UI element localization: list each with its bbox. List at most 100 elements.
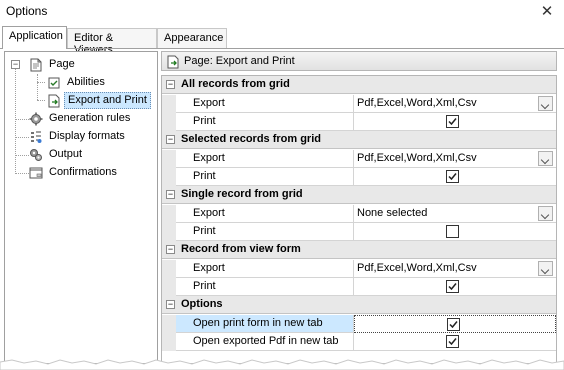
title-bar: Options ✕ bbox=[0, 0, 564, 24]
checkmark-icon bbox=[448, 173, 457, 181]
tree-line bbox=[37, 74, 38, 100]
print-value-cell bbox=[354, 223, 556, 241]
tab-label: Application bbox=[9, 30, 63, 42]
tab-divider bbox=[0, 48, 564, 49]
export-value: Pdf,Excel,Word,Xml,Csv bbox=[357, 152, 477, 164]
page-header-title: Page: Export and Print bbox=[184, 55, 295, 67]
property-name: Export bbox=[176, 95, 354, 113]
print-checkbox[interactable] bbox=[446, 115, 459, 128]
tree-item-display-formats[interactable]: Display formats bbox=[27, 128, 152, 145]
property-name: Open print form in new tab bbox=[176, 315, 354, 333]
settings-panel: Page: Export and Print − All records fro… bbox=[161, 51, 561, 364]
property-name: Print bbox=[176, 278, 354, 296]
property-row-open-exported-pdf[interactable]: Open exported Pdf in new tab bbox=[162, 333, 556, 351]
property-row-print[interactable]: Print bbox=[162, 223, 556, 241]
collapse-toggle[interactable]: − bbox=[166, 80, 175, 89]
property-name: Print bbox=[176, 168, 354, 186]
row-gutter bbox=[162, 260, 176, 278]
category-all-records[interactable]: − All records from grid bbox=[162, 76, 556, 94]
tab-editor-viewers[interactable]: Editor & Viewers bbox=[67, 28, 157, 56]
checkmark-icon bbox=[449, 321, 458, 329]
tree-item-label: Confirmations bbox=[49, 166, 117, 178]
print-value-cell bbox=[354, 278, 556, 296]
tab-application[interactable]: Application bbox=[2, 26, 67, 49]
property-row-export[interactable]: Export Pdf,Excel,Word,Xml,Csv bbox=[162, 260, 556, 278]
print-checkbox[interactable] bbox=[446, 225, 459, 238]
confirmation-icon bbox=[29, 167, 43, 179]
row-gutter bbox=[162, 278, 176, 296]
gear-icon bbox=[29, 112, 43, 126]
export-dropdown[interactable]: Pdf,Excel,Word,Xml,Csv bbox=[354, 260, 556, 278]
chevron-down-icon[interactable] bbox=[538, 96, 553, 111]
tree-line bbox=[15, 69, 16, 174]
tree-item-confirmations[interactable]: Confirmations bbox=[27, 164, 152, 181]
tree-item-output[interactable]: Output bbox=[27, 146, 152, 163]
open-print-checkbox[interactable] bbox=[447, 318, 460, 331]
checkmark-icon bbox=[448, 338, 457, 346]
collapse-toggle[interactable]: − bbox=[166, 135, 175, 144]
navigation-tree[interactable]: − Page Abilities Export and Print Genera… bbox=[4, 51, 158, 364]
collapse-page-toggle[interactable]: − bbox=[11, 60, 20, 69]
tab-appearance[interactable]: Appearance bbox=[157, 28, 227, 48]
export-dropdown[interactable]: Pdf,Excel,Word,Xml,Csv bbox=[354, 150, 556, 168]
torn-edge bbox=[0, 359, 564, 370]
category-title: Selected records from grid bbox=[181, 133, 321, 145]
close-button[interactable]: ✕ bbox=[530, 0, 564, 24]
property-row-print[interactable]: Print bbox=[162, 113, 556, 131]
tree-item-label: Display formats bbox=[49, 130, 125, 142]
category-options[interactable]: − Options bbox=[162, 296, 556, 314]
row-gutter bbox=[162, 333, 176, 351]
close-icon[interactable]: ✕ bbox=[541, 3, 554, 20]
tree-item-label: Abilities bbox=[67, 76, 105, 88]
open-pdf-checkbox[interactable] bbox=[446, 335, 459, 348]
row-gutter bbox=[162, 150, 176, 168]
chevron-down-icon[interactable] bbox=[538, 206, 553, 221]
checkmark-icon bbox=[448, 118, 457, 126]
tree-item-label: Export and Print bbox=[64, 92, 151, 109]
property-row-export[interactable]: Export Pdf,Excel,Word,Xml,Csv bbox=[162, 150, 556, 168]
print-checkbox[interactable] bbox=[446, 170, 459, 183]
print-value-cell bbox=[354, 113, 556, 131]
collapse-toggle[interactable]: − bbox=[166, 245, 175, 254]
export-value: Pdf,Excel,Word,Xml,Csv bbox=[357, 262, 477, 274]
tree-item-abilities[interactable]: Abilities bbox=[45, 74, 145, 91]
row-gutter bbox=[162, 205, 176, 223]
export-value: None selected bbox=[357, 207, 428, 219]
window-title: Options bbox=[6, 4, 48, 18]
collapse-toggle[interactable]: − bbox=[166, 300, 175, 309]
page-icon bbox=[30, 58, 42, 72]
property-name: Export bbox=[176, 205, 354, 223]
tree-item-generation-rules[interactable]: Generation rules bbox=[27, 110, 152, 127]
category-title: All records from grid bbox=[181, 78, 290, 90]
category-title: Single record from grid bbox=[181, 188, 303, 200]
tree-line bbox=[37, 82, 45, 83]
tree-item-label: Generation rules bbox=[49, 112, 131, 124]
open-pdf-value-cell bbox=[354, 333, 556, 351]
collapse-toggle[interactable]: − bbox=[166, 190, 175, 199]
export-dropdown[interactable]: None selected bbox=[354, 205, 556, 223]
export-dropdown[interactable]: Pdf,Excel,Word,Xml,Csv bbox=[354, 95, 556, 113]
property-row-open-print-form[interactable]: Open print form in new tab bbox=[162, 315, 556, 333]
chevron-down-icon[interactable] bbox=[538, 261, 553, 276]
property-row-print[interactable]: Print bbox=[162, 278, 556, 296]
property-row-print[interactable]: Print bbox=[162, 168, 556, 186]
print-value-cell bbox=[354, 168, 556, 186]
category-selected-records[interactable]: − Selected records from grid bbox=[162, 131, 556, 149]
property-name: Print bbox=[176, 113, 354, 131]
format-icon bbox=[31, 131, 42, 143]
property-row-export[interactable]: Export None selected bbox=[162, 205, 556, 223]
category-view-form[interactable]: − Record from view form bbox=[162, 241, 556, 259]
tree-item-page[interactable]: Page bbox=[27, 56, 147, 73]
print-checkbox[interactable] bbox=[446, 280, 459, 293]
tab-label: Appearance bbox=[164, 32, 224, 44]
property-name: Print bbox=[176, 223, 354, 241]
chevron-down-icon[interactable] bbox=[538, 151, 553, 166]
tree-item-export-and-print[interactable]: Export and Print bbox=[45, 92, 155, 109]
page-header: Page: Export and Print bbox=[161, 51, 557, 71]
export-value: Pdf,Excel,Word,Xml,Csv bbox=[357, 97, 477, 109]
property-row-export[interactable]: Export Pdf,Excel,Word,Xml,Csv bbox=[162, 95, 556, 113]
property-name: Open exported Pdf in new tab bbox=[176, 333, 354, 351]
output-icon bbox=[30, 149, 42, 161]
open-print-value-cell bbox=[354, 315, 556, 333]
category-single-record[interactable]: − Single record from grid bbox=[162, 186, 556, 204]
